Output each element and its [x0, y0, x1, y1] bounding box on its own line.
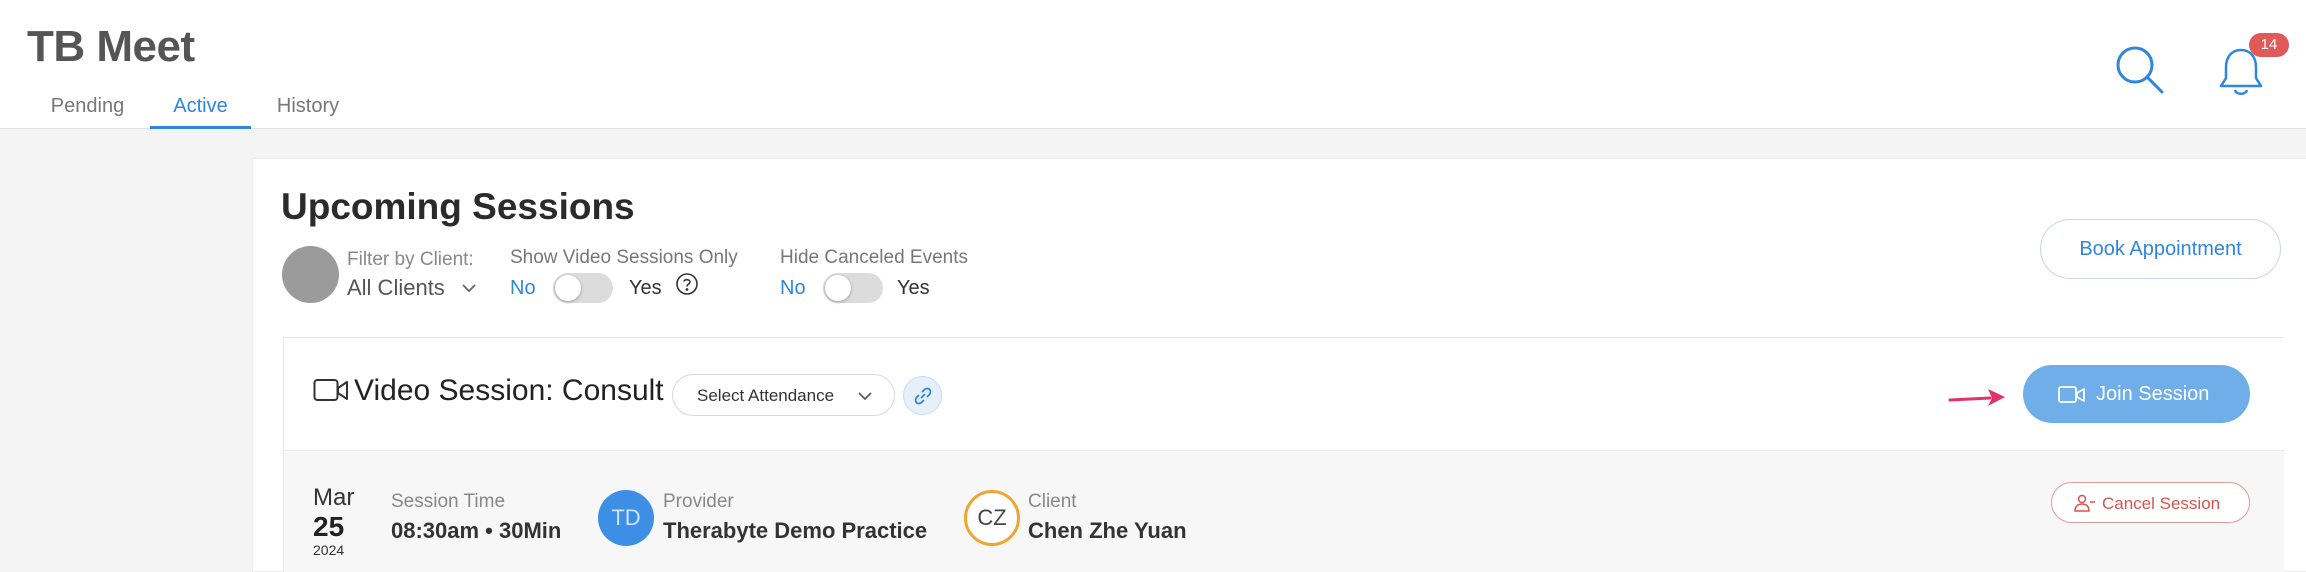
arrow-pointer-icon — [1948, 389, 2005, 406]
client-label: Client — [1028, 491, 1077, 512]
video-camera-icon — [2058, 386, 2085, 403]
search-icon[interactable] — [2114, 44, 2166, 96]
client-filter-label: Filter by Client: — [347, 249, 474, 270]
video-only-label: Show Video Sessions Only — [510, 247, 738, 268]
video-only-toggle[interactable] — [553, 273, 613, 303]
tab-pending[interactable]: Pending — [36, 92, 139, 129]
provider-name: Therabyte Demo Practice — [663, 518, 928, 543]
video-only-yes-label: Yes — [629, 277, 662, 299]
session-date-month: Mar — [313, 484, 355, 511]
cancel-session-button[interactable]: Cancel Session — [2051, 482, 2250, 523]
join-session-button[interactable]: Join Session — [2023, 365, 2250, 423]
client-avatar: CZ — [964, 490, 1020, 546]
copy-link-button[interactable] — [903, 376, 942, 415]
client-filter-select[interactable]: All Clients — [347, 275, 445, 301]
session-date-day: 25 — [313, 511, 345, 542]
cancel-session-label: Cancel Session — [2102, 494, 2221, 513]
session-time-label: Session Time — [391, 491, 506, 512]
session-details — [284, 452, 2284, 572]
page-title: Upcoming Sessions — [281, 186, 635, 227]
remove-user-icon — [2074, 494, 2095, 512]
session-time-value: 08:30am • 30Min — [391, 518, 562, 543]
book-appointment-button[interactable]: Book Appointment — [2040, 219, 2281, 279]
session-title: Video Session: Consult — [354, 374, 664, 407]
help-icon[interactable] — [675, 272, 699, 296]
notification-badge: 14 — [2249, 33, 2289, 57]
hide-canceled-yes-label: Yes — [897, 277, 930, 299]
provider-label: Provider — [663, 491, 734, 512]
session-entry — [283, 337, 2284, 572]
chevron-down-icon[interactable] — [460, 279, 478, 297]
video-camera-icon — [313, 379, 348, 401]
provider-avatar: TD — [598, 490, 654, 546]
hide-canceled-label: Hide Canceled Events — [780, 247, 968, 268]
chevron-down-icon — [858, 392, 872, 401]
tab-history[interactable]: History — [262, 92, 354, 129]
client-name: Chen Zhe Yuan — [1028, 518, 1187, 543]
video-only-no-label: No — [510, 277, 536, 299]
select-attendance-dropdown[interactable]: Select Attendance — [672, 374, 895, 416]
hide-canceled-toggle[interactable] — [823, 273, 883, 303]
select-attendance-label: Select Attendance — [697, 386, 835, 405]
hide-canceled-no-label: No — [780, 277, 806, 299]
link-icon — [914, 387, 932, 405]
app-title: TB Meet — [27, 22, 195, 71]
tab-active[interactable]: Active — [150, 92, 251, 129]
session-date-year: 2024 — [313, 542, 345, 558]
app-header: TB Meet Pending Active History 14 — [0, 0, 2306, 129]
join-session-label: Join Session — [2096, 383, 2210, 405]
client-filter-avatar — [282, 246, 339, 303]
